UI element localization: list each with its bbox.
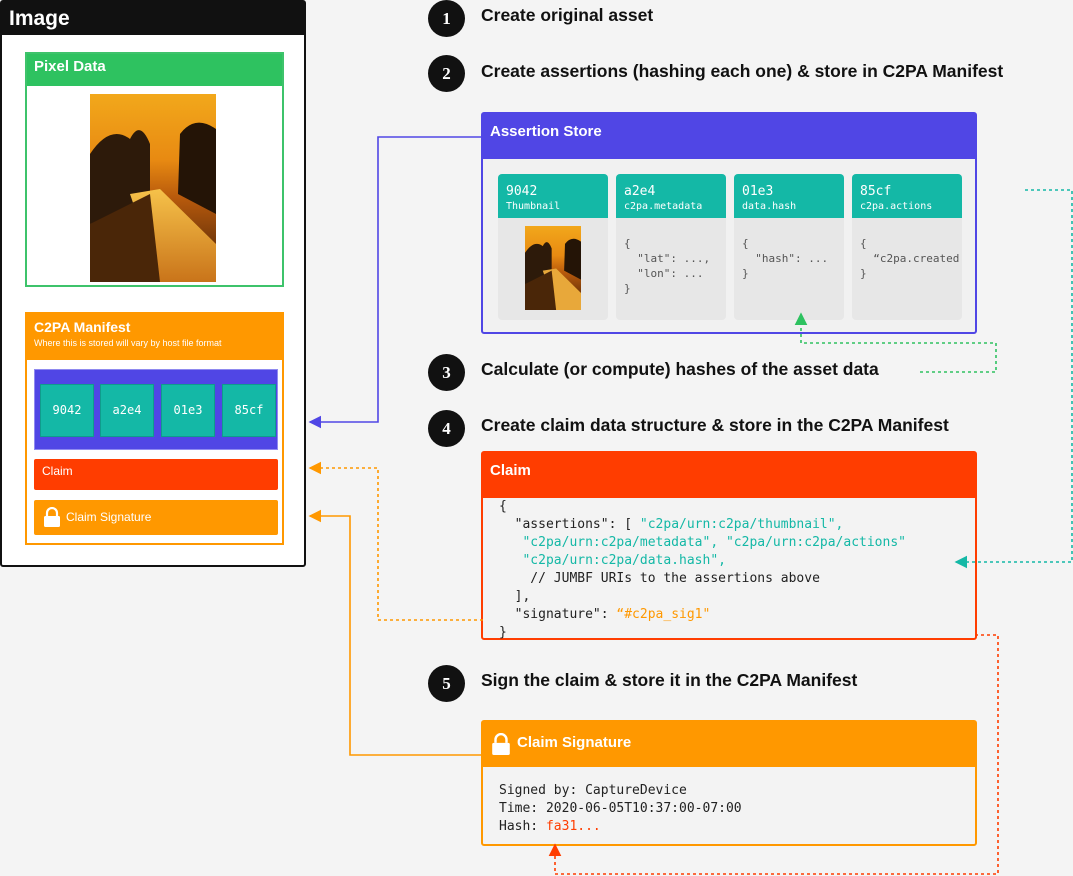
assertion-card-metadata: a2e4 c2pa.metadata { "lat": ..., "lon": … [616, 174, 726, 320]
image-title: Image [2, 2, 304, 35]
arrow-claim-to-manifest [308, 461, 483, 621]
manifest-assertion-tile: a2e4 [100, 384, 154, 437]
step-3-text: Calculate (or compute) hashes of the ass… [481, 359, 879, 379]
manifest-subtitle: Where this is stored will vary by host f… [34, 338, 222, 348]
assertion-card-actions: 85cf c2pa.actions { “c2pa.created } [852, 174, 962, 320]
assertion-card-data-hash: 01e3 data.hash { "hash": ... } [734, 174, 844, 320]
claim-uri-thumbnail: "c2pa/urn:c2pa/thumbnail", [639, 517, 844, 532]
manifest-assertion-store: 9042 a2e4 01e3 85cf [34, 369, 278, 450]
assertion-card-header: 85cf c2pa.actions [852, 174, 962, 218]
pixel-data-label: Pixel Data [27, 54, 282, 86]
assertion-name: data.hash [742, 201, 797, 212]
assertion-card-header: 01e3 data.hash [734, 174, 844, 218]
step-5-text: Sign the claim & store it in the C2PA Ma… [481, 670, 858, 690]
claim-box: Claim { "assertions": [ "c2pa/urn:c2pa/t… [481, 451, 977, 640]
claim-signature-title: Claim Signature [517, 734, 632, 751]
claim-comment: // JUMBF URIs to the assertions above [499, 571, 820, 586]
assertion-card-header: 9042 Thumbnail [498, 174, 608, 218]
claim-uri-metadata-actions: "c2pa/urn:c2pa/metadata", "c2pa/urn:c2pa… [499, 535, 906, 550]
signed-by: Signed by: CaptureDevice [499, 783, 687, 798]
claim-signature-header: Claim Signature [483, 722, 975, 767]
claim-open-brace: { [499, 499, 507, 514]
step-2-number: 2 [428, 55, 465, 92]
step-2-text: Create assertions (hashing each one) & s… [481, 61, 1004, 81]
assertion-card-thumbnail: 9042 Thumbnail [498, 174, 608, 320]
signature-hash-line: Hash: fa31... [499, 818, 601, 836]
claim-close-bracket: ], [499, 589, 531, 604]
image-panel: Image Pixel Data C2PA Manifest Where thi… [0, 0, 306, 567]
manifest-header: C2PA Manifest Where this is stored will … [27, 314, 282, 360]
assertion-name: Thumbnail [506, 201, 561, 212]
assertion-card-header: a2e4 c2pa.metadata [616, 174, 726, 218]
step-1-number: 1 [428, 0, 465, 37]
manifest-claim-signature: Claim Signature [34, 500, 278, 535]
assertion-store-title: Assertion Store [483, 114, 975, 159]
manifest-claim: Claim [34, 459, 278, 490]
claim-uri-data-hash: "c2pa/urn:c2pa/data.hash", [499, 553, 726, 568]
claim-assertions-key: "assertions": [ [499, 517, 640, 532]
manifest-signature-label: Claim Signature [66, 510, 152, 524]
assertion-id: 01e3 [742, 184, 774, 199]
claim-signature-key: "signature": [499, 607, 617, 622]
assertion-id: 85cf [860, 184, 892, 199]
manifest-title: C2PA Manifest [34, 319, 131, 335]
claim-signature-line: "signature": “#c2pa_sig1" [499, 606, 711, 624]
claim-signature-value: “#c2pa_sig1" [616, 607, 711, 622]
assertion-body: { “c2pa.created } [860, 237, 960, 280]
assertion-name: c2pa.actions [860, 201, 933, 212]
manifest-assertion-tile: 85cf [222, 384, 276, 437]
step-3-number: 3 [428, 354, 465, 391]
step-5-number: 5 [428, 665, 465, 702]
c2pa-manifest-box: C2PA Manifest Where this is stored will … [25, 312, 284, 545]
claim-assertions-line: "assertions": [ "c2pa/urn:c2pa/thumbnail… [499, 516, 844, 534]
assertion-body: { "lat": ..., "lon": ... } [624, 237, 711, 295]
step-1-text: Create original asset [481, 5, 654, 25]
step-4-text: Create claim data structure & store in t… [481, 415, 949, 435]
lock-icon [44, 507, 60, 527]
signature-hash-value: fa31... [545, 819, 601, 834]
assertion-id: a2e4 [624, 184, 656, 199]
signature-hash-label: Hash: [499, 819, 546, 834]
assertion-id: 9042 [506, 184, 538, 199]
lock-icon [492, 733, 510, 755]
assertion-store: Assertion Store 9042 Thumbnail a2e4 c2pa… [481, 112, 977, 334]
claim-close-brace: } [499, 625, 507, 640]
assertion-name: c2pa.metadata [624, 201, 703, 212]
assertion-body: { "hash": ... } [742, 237, 829, 280]
step-4-number: 4 [428, 410, 465, 447]
manifest-assertion-tile: 9042 [40, 384, 94, 437]
claim-signature-box: Claim Signature Signed by: CaptureDevice… [481, 720, 977, 846]
manifest-assertion-tile: 01e3 [161, 384, 215, 437]
thumbnail-photo [525, 226, 581, 310]
signature-time: Time: 2020-06-05T10:37:00-07:00 [499, 801, 742, 816]
sunset-road-photo [90, 94, 216, 282]
arrow-signature-to-manifest [308, 509, 483, 756]
claim-title: Claim [483, 453, 975, 498]
pixel-data-box: Pixel Data [25, 52, 284, 287]
